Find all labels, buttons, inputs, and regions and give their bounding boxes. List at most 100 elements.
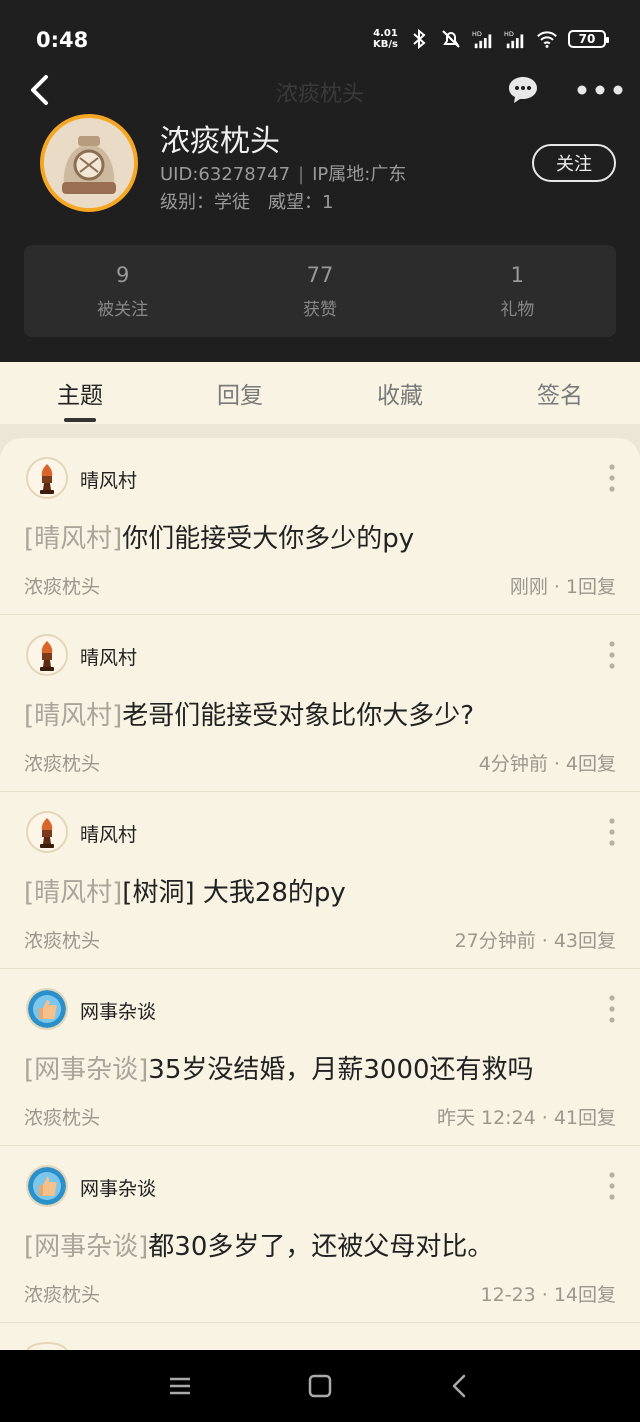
more-options-icon[interactable] (574, 78, 626, 102)
follow-button[interactable]: 关注 (532, 144, 616, 182)
stat-label: 被关注 (97, 299, 149, 320)
post-meta: 27分钟前 · 43回复 (455, 926, 616, 953)
post-title-text: [树洞] 大我28的py (122, 878, 346, 908)
mute-bell-icon (442, 30, 460, 48)
stat-value: 1 (510, 262, 524, 287)
post-title[interactable]: [网事杂谈]都30多岁了，还被父母对比。 (24, 1226, 493, 1263)
post-author: 浓痰枕头 (24, 753, 101, 775)
post-title-text: 你们能接受大你多少的py (122, 524, 415, 554)
bluetooth-icon (413, 28, 426, 50)
forum-lamp-icon[interactable] (26, 457, 68, 499)
post-title[interactable]: [网事杂谈]35岁没结婚，月薪3000还有救吗 (24, 1049, 534, 1086)
svg-text:HD: HD (504, 30, 514, 38)
meta-dot: · (541, 930, 548, 952)
post-item[interactable]: 网事杂谈 [网事杂谈]都30多岁了，还被父母对比。 浓痰枕头 12-23 · 14回… (0, 1146, 640, 1323)
meta-dot: · (541, 1284, 548, 1306)
forum-name[interactable]: 网事杂谈 (80, 1174, 156, 1201)
back-arrow-icon[interactable] (20, 70, 60, 110)
tab-signature[interactable]: 签名 (480, 362, 640, 424)
signal-1-icon: HD (472, 30, 492, 49)
network-speed-value: 4.01 (373, 28, 398, 39)
stat-value: 9 (115, 262, 130, 287)
forum-lamp-icon[interactable] (26, 811, 68, 853)
post-title[interactable]: [晴风村][树洞] 大我28的py (24, 872, 346, 909)
forum-name[interactable]: 晴风村 (80, 820, 137, 847)
user-avatar[interactable] (40, 114, 138, 212)
post-item[interactable]: 网事杂谈 [网事杂谈]35岁没结婚，月薪3000还有救吗 浓痰枕头 昨天 12:… (0, 969, 640, 1146)
post-forum-tag: [晴风村] (24, 701, 123, 731)
post-menu-icon[interactable] (604, 816, 620, 848)
home-icon[interactable] (306, 1372, 334, 1400)
tab-topics[interactable]: 主题 (0, 362, 160, 424)
post-author: 浓痰枕头 (24, 930, 101, 952)
post-item[interactable]: 晴风村 [晴风村][树洞] 大我28的py 浓痰枕头 27分钟前 · 43回复 (0, 792, 640, 969)
stat-value: 77 (306, 262, 334, 287)
stat-likes[interactable]: 77 获赞 (221, 245, 418, 337)
status-icons: 4.01 KB/s HD HD 70 (373, 28, 609, 50)
post-time: 12-23 (480, 1284, 536, 1306)
post-title[interactable]: [晴风村]老哥们能接受对象比你大多少? (24, 695, 474, 732)
system-back-icon[interactable] (446, 1372, 474, 1400)
nav-title: 浓痰枕头 (275, 82, 364, 107)
uid-text: UID:63278747 (160, 164, 291, 185)
stat-gifts[interactable]: 1 礼物 (419, 245, 616, 337)
stat-followers[interactable]: 9 被关注 (24, 245, 221, 337)
meta-dot: · (553, 576, 560, 598)
post-time: 27分钟前 (454, 930, 536, 952)
wifi-icon (537, 31, 557, 48)
post-title-text: 都30多岁了，还被父母对比。 (148, 1232, 494, 1262)
post-replies: 14回复 (553, 1284, 616, 1306)
profile-name: 浓痰枕头 (160, 124, 280, 159)
post-menu-icon[interactable] (604, 462, 620, 494)
profile-tabs: 主题 回复 收藏 签名 (0, 362, 640, 424)
post-menu-icon[interactable] (604, 639, 620, 671)
post-forum-tag: [晴风村] (24, 878, 123, 908)
post-author: 浓痰枕头 (24, 576, 101, 598)
post-replies: 4回复 (565, 753, 616, 775)
post-replies: 1回复 (565, 576, 616, 598)
status-time: 0:48 (36, 28, 89, 52)
post-time: 昨天 12:24 (436, 1107, 536, 1129)
meta-dot: · (553, 753, 560, 775)
message-icon[interactable] (506, 74, 540, 106)
post-meta: 刚刚 · 1回复 (510, 572, 616, 599)
post-replies: 41回复 (553, 1107, 616, 1129)
post-item[interactable]: 晴风村 [晴风村]你们能接受大你多少的py 浓痰枕头 刚刚 · 1回复 (0, 438, 640, 615)
ip-location: IP属地:广东 (312, 164, 407, 185)
network-speed: 4.01 KB/s (373, 28, 398, 50)
tab-replies[interactable]: 回复 (160, 362, 320, 424)
forum-thumbs-up-icon[interactable] (26, 988, 68, 1030)
meta-dot: · (541, 1107, 548, 1129)
post-forum-tag: [晴风村] (24, 524, 123, 554)
forum-lamp-icon[interactable] (26, 634, 68, 676)
profile-stats: 9 被关注 77 获赞 1 礼物 (24, 245, 616, 337)
post-forum-tag: [网事杂谈] (24, 1055, 149, 1085)
signal-2-icon: HD (504, 30, 524, 49)
tab-favorites[interactable]: 收藏 (320, 362, 480, 424)
post-title[interactable]: [晴风村]你们能接受大你多少的py (24, 518, 414, 555)
profile-meta: UID:63278747 | IP属地:广东 (160, 160, 406, 186)
battery-indicator: 70 (568, 30, 609, 48)
post-title-text: 老哥们能接受对象比你大多少? (122, 701, 475, 731)
post-title-text: 35岁没结婚，月薪3000还有救吗 (148, 1055, 534, 1085)
forum-name[interactable]: 网事杂谈 (80, 997, 156, 1024)
meta-separator: | (298, 164, 305, 185)
post-forum-tag: [网事杂谈] (24, 1232, 149, 1262)
profile-level: 级别：学徒 威望：1 (160, 188, 333, 214)
post-meta: 昨天 12:24 · 41回复 (437, 1103, 616, 1130)
post-menu-icon[interactable] (604, 993, 620, 1025)
forum-name[interactable]: 晴风村 (80, 643, 137, 670)
post-item[interactable]: 晴风村 [晴风村]老哥们能接受对象比你大多少? 浓痰枕头 4分钟前 · 4回复 (0, 615, 640, 792)
post-meta: 12-23 · 14回复 (481, 1280, 616, 1307)
network-speed-unit: KB/s (373, 39, 398, 50)
forum-name[interactable]: 晴风村 (80, 466, 137, 493)
menu-icon[interactable] (166, 1372, 194, 1400)
system-navigation-bar (0, 1350, 640, 1422)
stat-label: 礼物 (500, 299, 535, 320)
post-menu-icon[interactable] (604, 1170, 620, 1202)
prestige-text: 威望：1 (268, 192, 334, 213)
post-author: 浓痰枕头 (24, 1284, 101, 1306)
forum-thumbs-up-icon[interactable] (26, 1165, 68, 1207)
svg-text:HD: HD (472, 30, 482, 38)
diving-helmet-icon (44, 118, 134, 208)
